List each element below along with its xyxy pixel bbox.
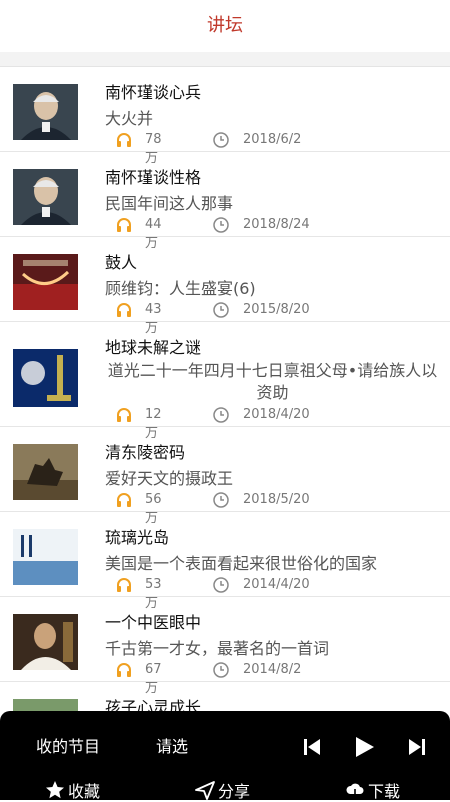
headphones-icon xyxy=(117,408,131,422)
item-title: 清东陵密码 xyxy=(105,443,186,462)
item-title: 一个中医眼中 xyxy=(105,613,202,632)
publish-date: 2015/8/20 xyxy=(243,302,310,317)
thumbnail xyxy=(13,444,78,500)
item-subtitle: 道光二十一年四月十七日禀祖父母•请给族人以资助 xyxy=(107,361,438,402)
publish-date: 2018/6/2 xyxy=(243,132,302,147)
item-subtitle: 顾维钧：人生盛宴(6) xyxy=(105,279,256,298)
download-button[interactable]: 下载 xyxy=(345,778,400,802)
item-subtitle: 民国年间这人那事 xyxy=(105,194,234,213)
download-label: 下载 xyxy=(368,782,401,801)
play-icon[interactable] xyxy=(352,735,376,759)
clock-icon xyxy=(213,577,229,593)
publish-date: 2018/5/20 xyxy=(243,492,310,507)
publish-date: 2018/4/20 xyxy=(243,407,310,422)
next-icon[interactable] xyxy=(405,735,429,759)
star-icon xyxy=(46,781,64,799)
divider xyxy=(0,52,450,67)
clock-icon xyxy=(213,407,229,423)
item-subtitle: 大火并 xyxy=(105,109,154,128)
item-title: 南怀瑾谈心兵 xyxy=(105,83,202,102)
headphones-icon xyxy=(117,133,131,147)
clock-icon xyxy=(213,492,229,508)
clock-icon xyxy=(213,662,229,678)
publish-date: 2018/8/24 xyxy=(243,217,310,232)
share-label: 分享 xyxy=(218,782,251,801)
mini-player: 收的节目 请选 收藏 分享 下载 xyxy=(0,711,450,802)
send-icon xyxy=(195,781,215,800)
list-item[interactable]: 清东陵密码 爱好天文的摄政王 56万 2018/5/20 xyxy=(0,427,450,526)
item-subtitle: 千古第一才女，最著名的一首词 xyxy=(105,639,330,658)
select-prompt-text[interactable]: 请选 xyxy=(156,733,194,757)
list-item[interactable]: 琉璃光岛 美国是一个表面看起来很世俗化的国家 53万 2014/4/20 xyxy=(0,512,450,611)
cloud-download-icon xyxy=(346,783,364,800)
item-title: 地球未解之谜 xyxy=(105,338,202,357)
favorite-button[interactable]: 收藏 xyxy=(45,778,100,802)
thumbnail xyxy=(13,254,78,310)
program-list: 南怀瑾谈心兵 大火并 78万 2018/6/2 南怀瑾谈性格 民国年间这人那事 … xyxy=(0,67,450,767)
list-item[interactable]: 地球未解之谜 道光二十一年四月十七日禀祖父母•请给族人以资助 12万 2018/… xyxy=(0,322,450,441)
headphones-icon xyxy=(117,663,131,677)
headphones-icon xyxy=(117,493,131,507)
item-subtitle: 美国是一个表面看起来很世俗化的国家 xyxy=(105,554,378,573)
headphones-icon xyxy=(117,303,131,317)
list-item[interactable]: 一个中医眼中 千古第一才女，最著名的一首词 67万 2014/8/2 xyxy=(0,597,450,696)
thumbnail xyxy=(13,529,78,585)
headphones-icon xyxy=(117,578,131,592)
favorite-label: 收藏 xyxy=(68,782,101,801)
now-playing-text[interactable]: 收的节目 xyxy=(22,733,100,757)
item-title: 鼓人 xyxy=(105,253,138,272)
page-title: 讲坛 xyxy=(207,15,243,36)
publish-date: 2014/4/20 xyxy=(243,577,310,592)
thumbnail xyxy=(13,614,78,670)
header: 讲坛 xyxy=(0,0,450,52)
list-item[interactable]: 南怀瑾谈心兵 大火并 78万 2018/6/2 xyxy=(0,67,450,166)
thumbnail xyxy=(13,84,78,140)
list-item[interactable]: 鼓人 顾维钧：人生盛宴(6) 43万 2015/8/20 xyxy=(0,237,450,336)
clock-icon xyxy=(213,217,229,233)
item-title: 南怀瑾谈性格 xyxy=(105,168,202,187)
previous-icon[interactable] xyxy=(300,735,324,759)
thumbnail xyxy=(13,349,78,407)
thumbnail xyxy=(13,169,78,225)
share-button[interactable]: 分享 xyxy=(195,778,250,802)
publish-date: 2014/8/2 xyxy=(243,662,302,677)
list-item[interactable]: 南怀瑾谈性格 民国年间这人那事 44万 2018/8/24 xyxy=(0,152,450,251)
item-subtitle: 爱好天文的摄政王 xyxy=(105,469,234,488)
clock-icon xyxy=(213,302,229,318)
headphones-icon xyxy=(117,218,131,232)
item-title: 琉璃光岛 xyxy=(105,528,170,547)
clock-icon xyxy=(213,132,229,148)
